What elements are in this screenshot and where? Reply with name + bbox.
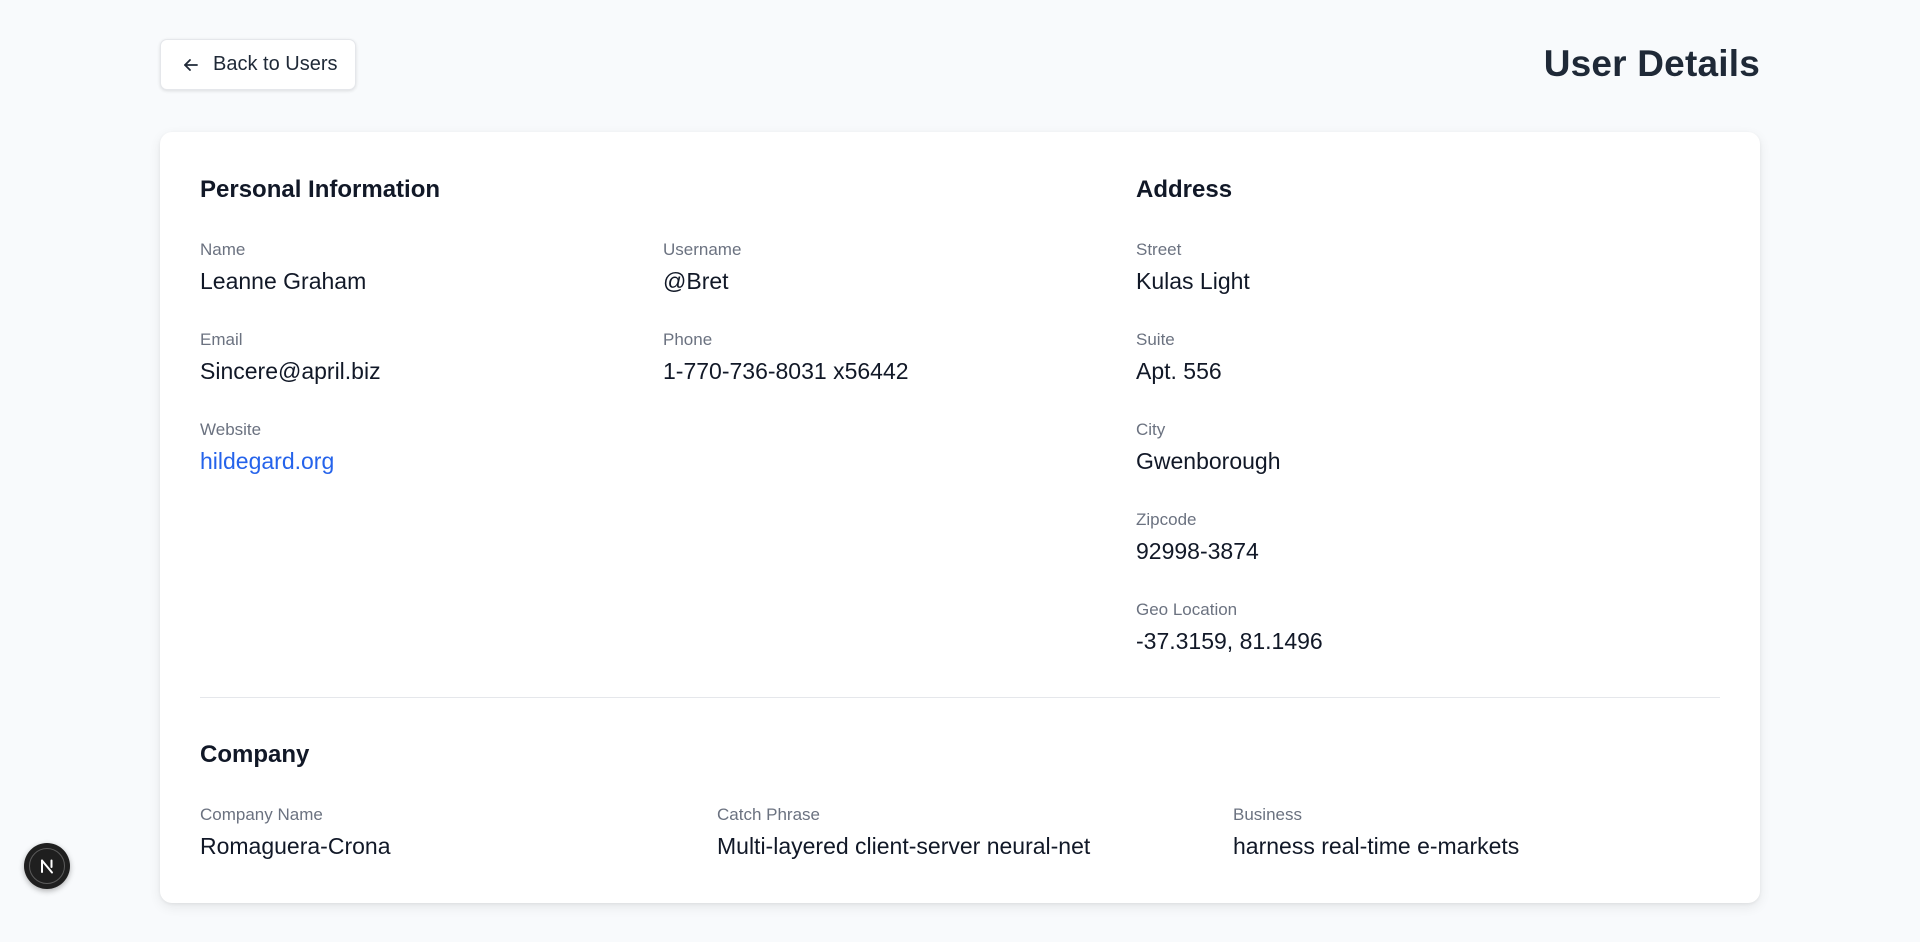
address-heading: Address: [1136, 176, 1233, 203]
business-value: harness real-time e-markets: [1233, 833, 1520, 859]
business-field: Business harness real-time e-markets: [1233, 805, 1519, 860]
back-to-users-button[interactable]: Back to Users: [160, 39, 356, 90]
street-field: Street Kulas Light: [1136, 240, 1250, 295]
phone-value: 1-770-736-8031 x56442: [663, 358, 909, 384]
catch-phrase-value: Multi-layered client-server neural-net: [717, 833, 1091, 859]
page-header: Back to Users User Details: [160, 39, 1760, 92]
username-field: Username @Bret: [663, 240, 741, 295]
phone-field: Phone 1-770-736-8031 x56442: [663, 330, 909, 385]
company-name-label: Company Name: [200, 805, 323, 824]
user-details-card: Personal Information Name Leanne Graham …: [160, 132, 1760, 903]
zipcode-label: Zipcode: [1136, 510, 1197, 529]
email-value: Sincere@april.biz: [200, 358, 381, 384]
company-name-field: Company Name Romaguera-Crona: [200, 805, 390, 860]
suite-field: Suite Apt. 556: [1136, 330, 1222, 385]
website-label: Website: [200, 420, 262, 439]
page-title: User Details: [1543, 43, 1760, 84]
geo-location-field: Geo Location -37.3159, 81.1496: [1136, 600, 1323, 655]
personal-info-heading: Personal Information: [200, 176, 441, 203]
city-field: City Gwenborough: [1136, 420, 1281, 475]
suite-value: Apt. 556: [1136, 358, 1222, 384]
geo-location-label: Geo Location: [1136, 600, 1238, 619]
website-field: Website hildegard.org: [200, 420, 334, 475]
nextjs-dev-tools-button[interactable]: [24, 843, 70, 889]
name-field: Name Leanne Graham: [200, 240, 366, 295]
street-value: Kulas Light: [1136, 268, 1250, 294]
section-divider: [200, 697, 1720, 698]
name-label: Name: [200, 240, 246, 259]
geo-location-value: -37.3159, 81.1496: [1136, 628, 1323, 654]
username-label: Username: [663, 240, 742, 259]
street-label: Street: [1136, 240, 1182, 259]
nextjs-logo-icon: [29, 848, 65, 884]
name-value: Leanne Graham: [200, 268, 367, 294]
phone-label: Phone: [663, 330, 713, 349]
zipcode-field: Zipcode 92998-3874: [1136, 510, 1259, 565]
arrow-left-icon: [181, 55, 201, 75]
username-value: @Bret: [663, 268, 729, 294]
email-label: Email: [200, 330, 243, 349]
company-name-value: Romaguera-Crona: [200, 833, 391, 859]
business-label: Business: [1233, 805, 1302, 824]
city-label: City: [1136, 420, 1166, 439]
zipcode-value: 92998-3874: [1136, 538, 1259, 564]
company-heading: Company: [200, 741, 310, 768]
user-details-page: Back to Users User Details Personal Info…: [0, 0, 1920, 942]
city-value: Gwenborough: [1136, 448, 1281, 474]
catch-phrase-label: Catch Phrase: [717, 805, 820, 824]
suite-label: Suite: [1136, 330, 1175, 349]
back-button-label: Back to Users: [213, 53, 338, 75]
email-field: Email Sincere@april.biz: [200, 330, 381, 385]
website-link[interactable]: hildegard.org: [200, 447, 334, 475]
catch-phrase-field: Catch Phrase Multi-layered client-server…: [717, 805, 1090, 860]
